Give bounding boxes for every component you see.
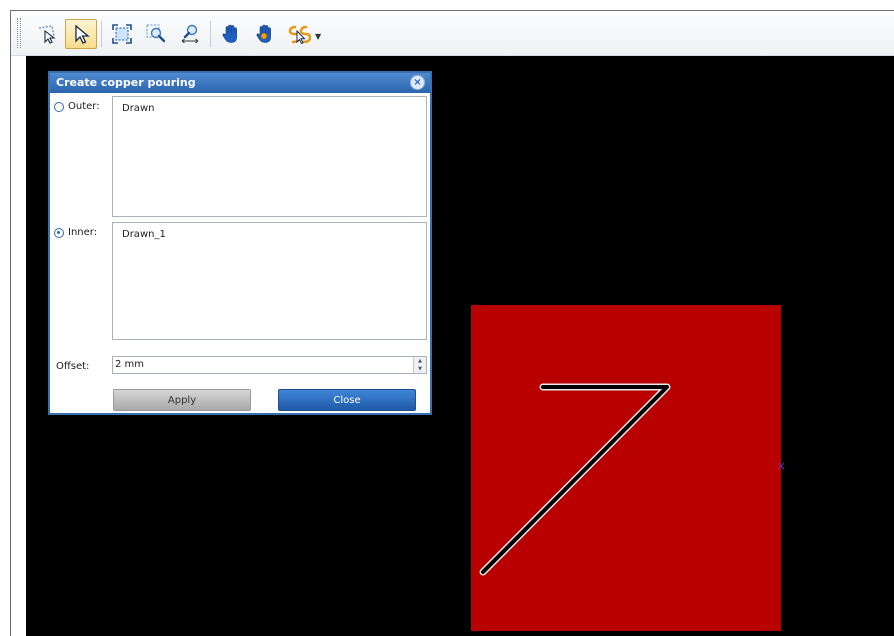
zoom-extents-icon [112,24,132,44]
snap-tool-button[interactable] [283,19,315,49]
toolbar-grip[interactable] [17,18,21,48]
inner-radio-button[interactable] [54,227,64,238]
outer-label: Outer: [68,101,100,112]
zoom-window-button[interactable] [140,19,172,49]
outer-radio[interactable]: Outer: [54,101,100,112]
zoom-horizontal-button[interactable] [174,19,206,49]
close-button[interactable]: Close [278,389,416,411]
spin-down-icon[interactable]: ▼ [418,366,422,372]
pan-hand-button[interactable] [215,19,247,49]
list-item[interactable]: Drawn_1 [122,229,166,240]
list-item[interactable]: Drawn [122,103,154,114]
inner-label: Inner: [68,227,98,238]
dialog-title: Create copper pouring [56,76,196,89]
app-window: ▼ × Create copper pouring × Outer: Drawn… [10,10,894,636]
zoom-horizontal-icon [181,24,199,44]
pan-hand-icon [222,24,237,43]
snap-tool-icon [288,25,311,45]
offset-value[interactable]: 2 mm [115,359,144,370]
cursor-crosshair-icon: × [776,459,787,473]
pan-hand-alt-button[interactable] [249,19,281,49]
offset-spinner[interactable]: ▲ ▼ [413,357,426,373]
close-icon[interactable]: × [410,75,425,90]
outer-radio-button[interactable] [54,101,64,112]
offset-field[interactable]: 2 mm ▲ ▼ [112,356,427,374]
lasso-select-button[interactable] [31,19,63,49]
inner-radio[interactable]: Inner: [54,227,97,238]
create-copper-pouring-dialog: Create copper pouring × Outer: Drawn Inn… [48,71,432,415]
dialog-title-bar[interactable]: Create copper pouring × [50,73,430,93]
offset-label: Offset: [56,361,90,372]
pointer-select-button[interactable] [65,19,97,49]
zoom-extents-button[interactable] [106,19,138,49]
inner-listbox[interactable]: Drawn_1 [112,222,427,340]
lasso-select-icon [38,25,56,44]
outer-listbox[interactable]: Drawn [112,96,427,217]
apply-button[interactable]: Apply [113,389,251,411]
toolbar: ▼ [11,11,894,56]
pan-hand-alt-icon [256,24,271,43]
zoom-window-icon [146,24,166,43]
pointer-select-icon [75,24,90,44]
snap-tool-dropdown-arrow-icon[interactable]: ▼ [315,32,321,41]
spin-up-icon[interactable]: ▲ [418,358,422,364]
toolbar-separator [210,21,211,47]
toolbar-separator [101,21,102,47]
